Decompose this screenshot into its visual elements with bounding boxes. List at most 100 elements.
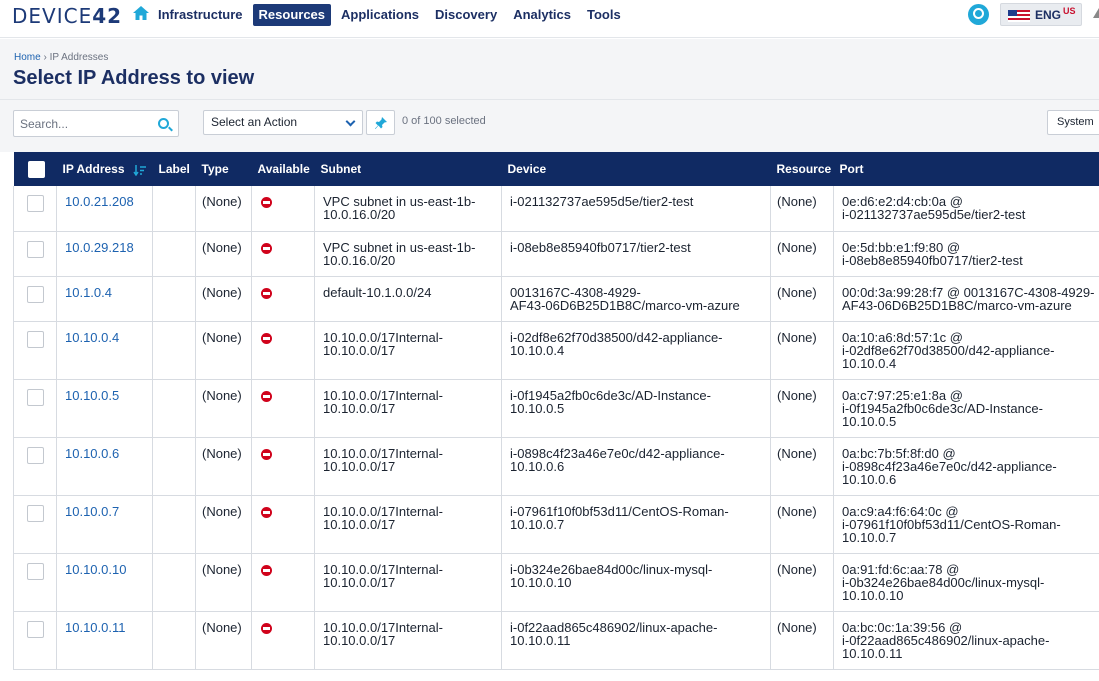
row-checkbox[interactable] — [27, 240, 44, 258]
label-cell — [152, 437, 196, 496]
home-icon[interactable] — [132, 5, 150, 21]
table-row[interactable]: 10.10.0.11 (None) 10.10.0.0/17Internal- 10… — [13, 611, 1099, 670]
device-cell: 0013167C-4308-4929- AF43-06D6B25D1B8C/ma… — [501, 276, 771, 322]
logo-text: DEVICE — [12, 4, 93, 28]
ip-value[interactable]: 10.0.29.218 — [65, 240, 134, 255]
ip-address-table: IP Address Label Type Available Subnet D… — [13, 152, 1099, 670]
ip-cell: 10.0.21.208 — [56, 186, 153, 232]
resource-value: (None) — [777, 239, 817, 255]
system-button[interactable]: System — [1047, 110, 1099, 135]
device42-logo[interactable]: DEVICE42 — [12, 4, 122, 28]
table-row[interactable]: 10.0.29.218 (None) VPC subnet in us-east-1… — [13, 231, 1099, 277]
device-value: 0013167C-4308-4929- AF43-06D6B25D1B8C/ma… — [510, 284, 740, 313]
table-row[interactable]: 10.10.0.10 (None) 10.10.0.0/17Internal- 10… — [13, 553, 1099, 612]
resource-value: (None) — [777, 503, 817, 519]
language-selector[interactable]: ENG US — [1000, 3, 1082, 26]
table-row[interactable]: 10.0.21.208 (None) VPC subnet in us-east-1… — [13, 186, 1099, 232]
select-all-checkbox[interactable] — [27, 160, 45, 178]
row-checkbox[interactable] — [27, 504, 44, 522]
resource-value: (None) — [777, 194, 817, 209]
unavailable-icon — [261, 287, 272, 299]
ip-value[interactable]: 10.10.0.7 — [65, 504, 119, 519]
table-body: 10.0.21.208 (None) VPC subnet in us-east-1… — [13, 186, 1099, 670]
resource-cell: (None) — [770, 276, 834, 322]
row-checkbox[interactable] — [27, 195, 44, 212]
search-icon[interactable] — [158, 118, 169, 129]
ip-value[interactable]: 10.10.0.5 — [65, 388, 119, 403]
col-ip-address[interactable]: IP Address — [57, 152, 153, 186]
resource-value: (None) — [777, 387, 817, 403]
row-checkbox-cell — [13, 321, 57, 380]
col-port[interactable]: Port — [834, 152, 1099, 186]
row-checkbox[interactable] — [27, 562, 44, 580]
type-cell: (None) — [195, 276, 252, 322]
row-checkbox-cell — [13, 276, 57, 322]
available-cell — [251, 437, 315, 496]
table-row[interactable]: 10.10.0.5 (None) 10.10.0.0/17Internal- 10.… — [13, 379, 1099, 438]
table-row[interactable]: 10.10.0.6 (None) 10.10.0.0/17Internal- 10.… — [13, 437, 1099, 496]
nav-analytics[interactable]: Analytics — [507, 4, 577, 26]
table-row[interactable]: 10.10.0.7 (None) 10.10.0.0/17Internal- 10.… — [13, 495, 1099, 554]
subnet-cell: VPC subnet in us-east-1b- 10.0.16.0/20 — [314, 231, 502, 277]
language-region: US — [1063, 6, 1076, 16]
row-checkbox-cell — [13, 611, 57, 670]
resource-value: (None) — [777, 561, 817, 577]
port-cell: 0a:c7:97:25:e1:8a @ i-0f1945a2fb0c6de3c/… — [833, 379, 1099, 438]
nav-infrastructure[interactable]: Infrastructure — [152, 4, 249, 26]
type-cell: (None) — [195, 321, 252, 380]
label-cell — [152, 553, 196, 612]
row-checkbox[interactable] — [27, 446, 44, 464]
col-type[interactable]: Type — [196, 152, 252, 186]
type-value: (None) — [202, 387, 242, 403]
device-value: i-08eb8e85940fb0717/tier2-test — [510, 239, 691, 255]
resource-cell: (None) — [770, 231, 834, 277]
pin-button[interactable] — [366, 110, 395, 135]
unavailable-icon — [261, 197, 272, 208]
col-resource[interactable]: Resource — [771, 152, 834, 186]
device-cell: i-02df8e62f70d38500/d42-appliance- 10.10… — [501, 321, 771, 380]
row-checkbox[interactable] — [27, 620, 44, 638]
subnet-value: 10.10.0.0/17Internal- 10.10.0.0/17 — [323, 387, 443, 416]
unavailable-icon — [261, 564, 272, 576]
port-value: 0e:5d:bb:e1:f9:80 @ i-08eb8e85940fb0717/… — [842, 239, 1023, 268]
device-value: i-07961f10f0bf53d11/CentOS-Roman- 10.10.… — [510, 503, 729, 532]
breadcrumb: Home › IP Addresses — [14, 52, 108, 63]
ip-value[interactable]: 10.10.0.4 — [65, 330, 119, 345]
sort-icon[interactable] — [132, 164, 147, 176]
col-available[interactable]: Available — [252, 152, 315, 186]
ip-value[interactable]: 10.1.0.4 — [65, 285, 112, 300]
label-cell — [152, 611, 196, 670]
table-row[interactable]: 10.1.0.4 (None) default-10.1.0.0/24 0013167… — [13, 276, 1099, 322]
nav-tools[interactable]: Tools — [581, 4, 627, 26]
nav-resources[interactable]: Resources — [252, 4, 332, 26]
type-cell: (None) — [195, 231, 252, 277]
row-checkbox[interactable] — [27, 330, 44, 348]
port-value: 0a:10:a6:8d:57:1c @ i-02df8e62f70d38500/… — [842, 329, 1055, 371]
ip-value[interactable]: 10.10.0.10 — [65, 562, 126, 577]
user-menu-icon[interactable] — [1093, 8, 1099, 18]
global-search-icon[interactable] — [968, 4, 989, 25]
row-checkbox[interactable] — [27, 285, 44, 303]
nav-discovery[interactable]: Discovery — [429, 4, 503, 26]
col-label[interactable]: Label — [153, 152, 196, 186]
unavailable-icon — [261, 622, 272, 634]
col-device[interactable]: Device — [502, 152, 771, 186]
table-row[interactable]: 10.10.0.4 (None) 10.10.0.0/17Internal- 10.… — [13, 321, 1099, 380]
ip-value[interactable]: 10.0.21.208 — [65, 194, 134, 209]
breadcrumb-home[interactable]: Home — [14, 52, 41, 63]
subnet-value: VPC subnet in us-east-1b- 10.0.16.0/20 — [323, 239, 476, 268]
search-input[interactable] — [20, 115, 150, 133]
nav-applications[interactable]: Applications — [335, 4, 425, 26]
col-subnet[interactable]: Subnet — [315, 152, 502, 186]
search-field[interactable] — [13, 110, 179, 137]
main-nav: Infrastructure Resources Applications Di… — [152, 4, 631, 26]
type-cell: (None) — [195, 553, 252, 612]
ip-value[interactable]: 10.10.0.11 — [65, 620, 125, 635]
row-checkbox[interactable] — [27, 388, 44, 406]
resource-cell: (None) — [770, 321, 834, 380]
label-cell — [152, 379, 196, 438]
port-cell: 0a:91:fd:6c:aa:78 @ i-0b324e26bae84d00c/… — [833, 553, 1099, 612]
ip-value[interactable]: 10.10.0.6 — [65, 446, 119, 461]
action-select[interactable]: Select an Action — [203, 110, 363, 135]
device-value: i-0f22aad865c486902/linux-apache- 10.10.… — [510, 619, 718, 648]
